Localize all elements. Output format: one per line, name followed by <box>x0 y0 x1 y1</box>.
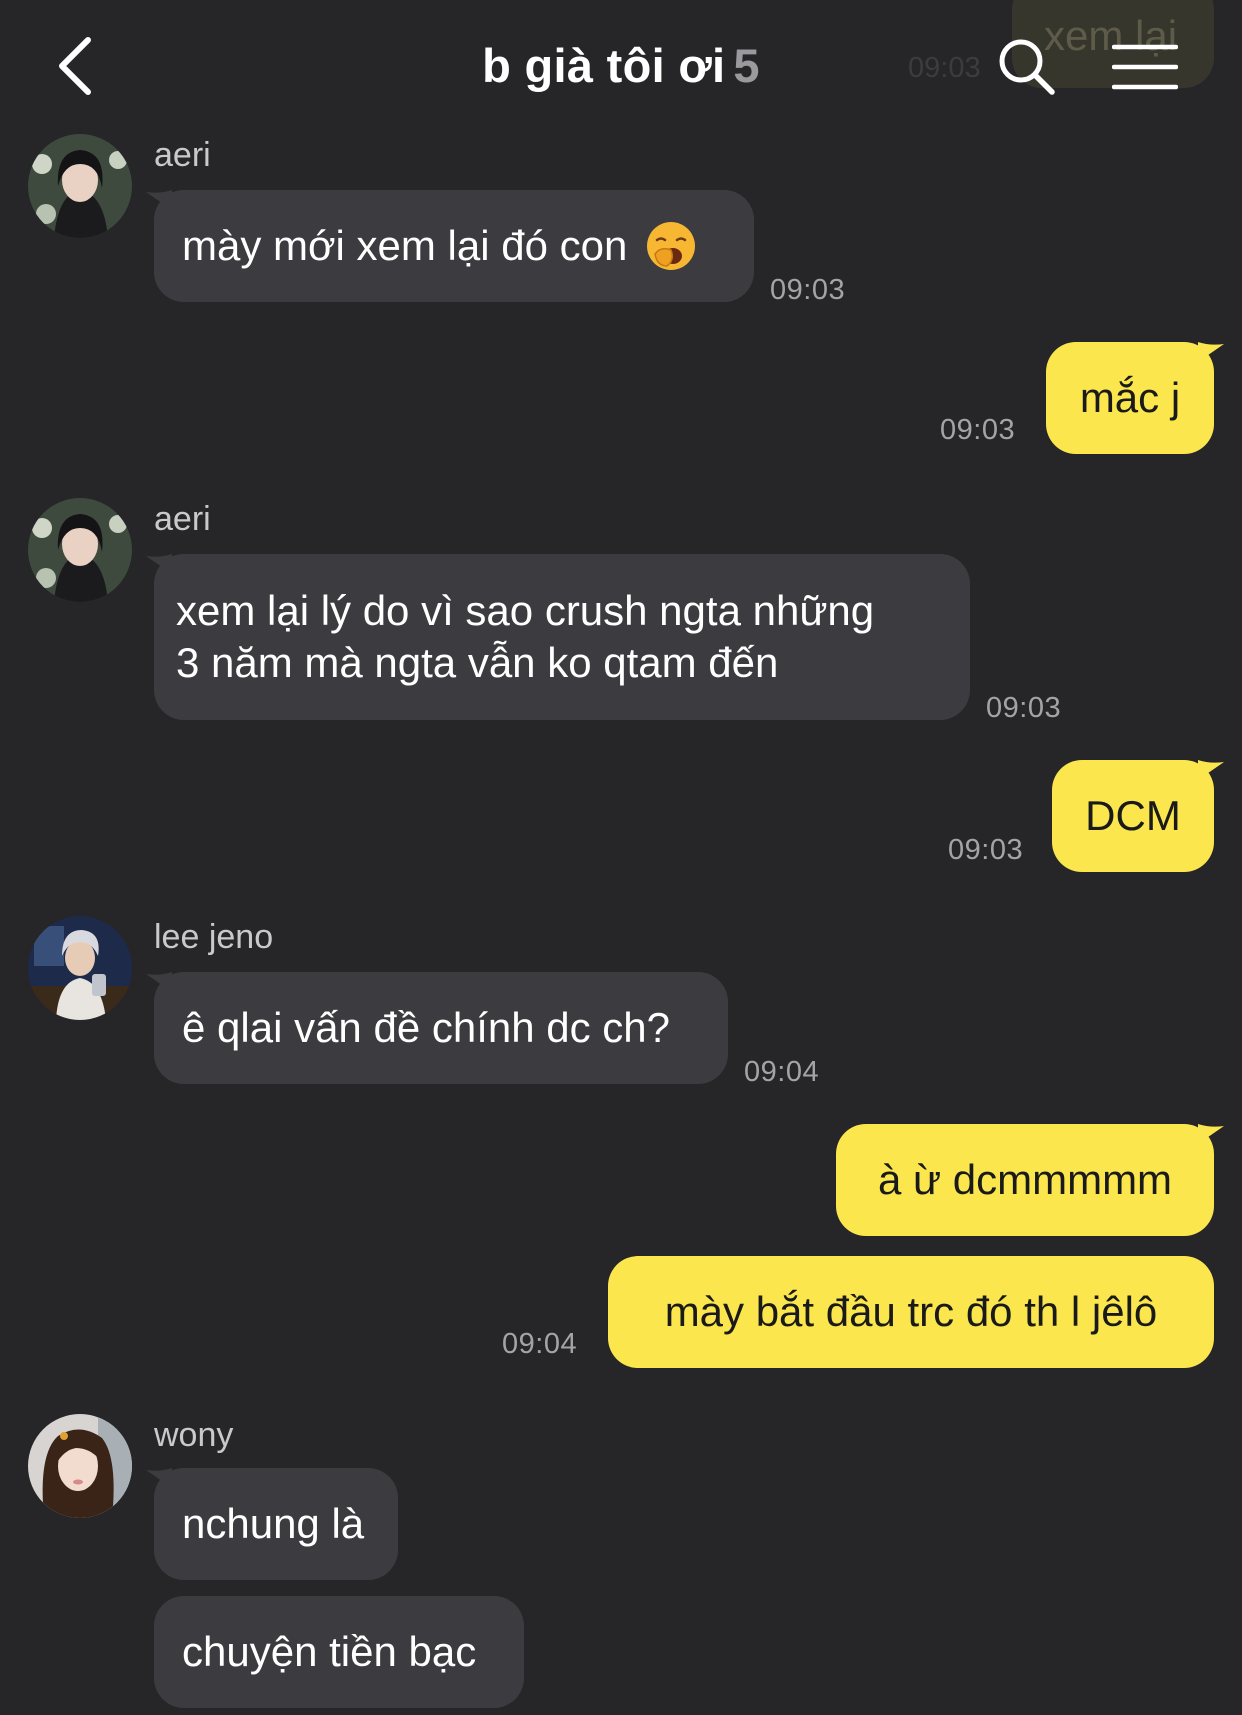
message-text: ê qlai vấn đề chính dc ch? <box>182 1004 671 1051</box>
message-bubble[interactable]: à ừ dcmmmmm <box>836 1124 1214 1236</box>
message-bubble[interactable]: xem lại lý do vì sao crush ngta những 3 … <box>154 554 970 720</box>
chat-screen: { "header": { "title": "b già tôi ơi", "… <box>0 0 1242 1715</box>
message-text: à ừ dcmmmmm <box>877 1156 1173 1203</box>
message-bubble[interactable]: mày mới xem lại đó con <box>154 190 754 302</box>
search-icon <box>999 39 1055 95</box>
yawning-face-icon <box>647 222 696 270</box>
hamburger-menu-icon <box>1111 44 1179 90</box>
sender-name: wony <box>154 1416 234 1454</box>
message-time: 09:03 <box>948 834 1024 866</box>
avatar-wony[interactable] <box>28 1414 132 1518</box>
profile-photo <box>28 916 132 1020</box>
sender-name: lee jeno <box>154 918 274 956</box>
chat-name: b già tôi ơi <box>482 39 726 92</box>
bubble-tail <box>1198 760 1224 780</box>
bubble-tail <box>1198 342 1224 362</box>
message-bubble[interactable]: DCM <box>1052 760 1214 872</box>
message-bubble[interactable]: mắc j <box>1046 342 1214 454</box>
message-bubble[interactable]: chuyện tiền bạc <box>154 1596 524 1708</box>
message-text: chuyện tiền bạc <box>182 1628 477 1675</box>
message-time: 09:03 <box>986 692 1062 724</box>
message-text-line: 3 năm mà ngta vẫn ko qtam đến <box>176 639 779 686</box>
search-button[interactable] <box>996 36 1058 98</box>
message-time: 09:03 <box>940 414 1016 446</box>
sender-name: aeri <box>154 136 211 174</box>
chat-header: b già tôi ơi 5 <box>0 0 1242 130</box>
message-text: mày mới xem lại đó con <box>182 222 628 269</box>
message-bubble[interactable]: nchung là <box>154 1468 398 1580</box>
sender-name: aeri <box>154 500 211 538</box>
message-text-line: xem lại lý do vì sao crush ngta những <box>176 587 875 634</box>
member-count: 5 <box>733 39 760 92</box>
message-text: mày bắt đầu trc đó th l jêlô <box>664 1288 1158 1335</box>
menu-button[interactable] <box>1111 42 1179 92</box>
message-time: 09:04 <box>502 1328 578 1360</box>
message-text: nchung là <box>182 1500 365 1547</box>
message-text: mắc j <box>1079 374 1181 421</box>
bubble-tail <box>1198 1124 1224 1144</box>
message-text: DCM <box>1085 792 1181 839</box>
profile-photo <box>28 498 132 602</box>
avatar-lee-jeno[interactable] <box>28 916 132 1020</box>
profile-photo <box>28 1414 132 1518</box>
avatar-aeri[interactable] <box>28 498 132 602</box>
avatar-aeri[interactable] <box>28 134 132 238</box>
message-bubble[interactable]: ê qlai vấn đề chính dc ch? <box>154 972 728 1084</box>
profile-photo <box>28 134 132 238</box>
message-bubble[interactable]: mày bắt đầu trc đó th l jêlô <box>608 1256 1214 1368</box>
message-time: 09:04 <box>744 1056 820 1088</box>
message-time: 09:03 <box>770 274 846 306</box>
